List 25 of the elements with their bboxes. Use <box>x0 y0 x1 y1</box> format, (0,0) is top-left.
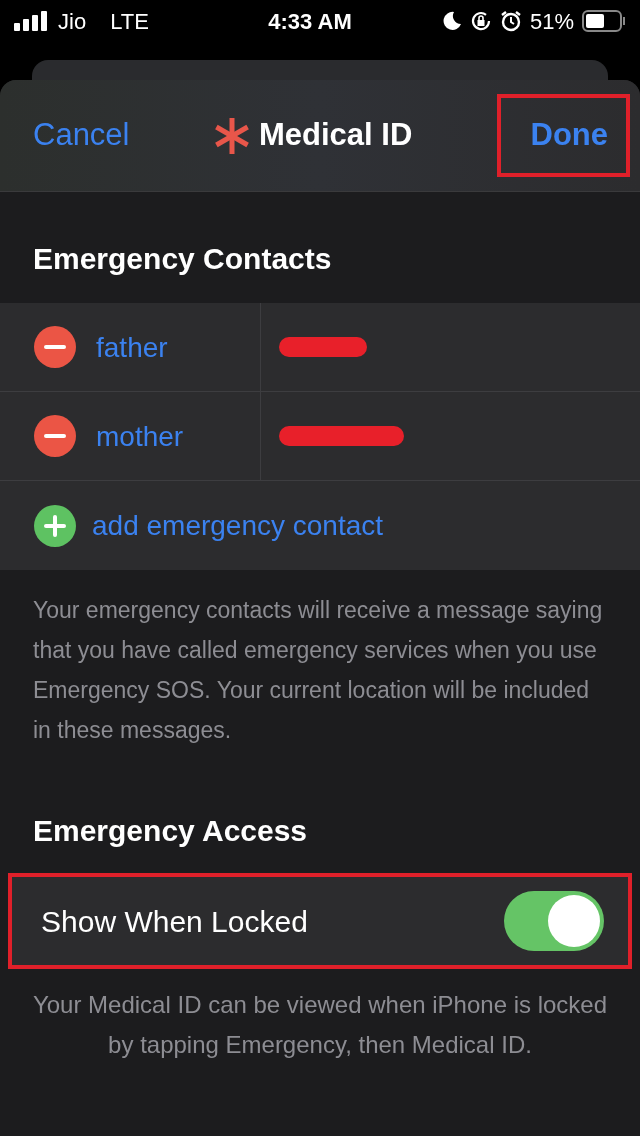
carrier-name: Jio <box>58 7 87 36</box>
toggle-switch[interactable] <box>504 891 604 951</box>
battery-percent: 51% <box>529 7 574 36</box>
row-label: Show When Locked <box>41 903 308 940</box>
remove-icon[interactable] <box>34 415 76 457</box>
section-header: Emergency Contacts <box>32 241 333 277</box>
remove-icon[interactable] <box>34 326 76 368</box>
add-contact-link[interactable]: add emergency contact <box>92 504 384 547</box>
section-footer: Your Medical ID can be viewed when iPhone is locked by tapping Emergency, then Medical ID. <box>0 969 640 1065</box>
rotation-lock-icon <box>469 10 492 32</box>
section-footer: Your emergency contacts will receive a message saying that you have called emergency services when you use Emergency SOS. Your current location will be included in these messages. <box>0 570 640 750</box>
cancel-button[interactable]: Cancel <box>33 112 213 159</box>
asterisk-icon <box>213 116 251 155</box>
screen-title: Medical ID <box>259 116 413 155</box>
contact-relation[interactable]: father <box>0 303 260 392</box>
contact-relation[interactable]: mother <box>0 392 260 481</box>
done-button[interactable]: Done <box>496 94 630 177</box>
alarm-icon <box>499 10 522 32</box>
signal-icon <box>14 11 50 31</box>
add-icon[interactable] <box>34 504 76 547</box>
clock-time: 4:33 AM <box>267 7 353 36</box>
section-header: Emergency Access <box>32 813 309 849</box>
battery-icon <box>582 10 626 32</box>
network-type: LTE <box>110 7 149 36</box>
moon-icon <box>441 11 462 31</box>
